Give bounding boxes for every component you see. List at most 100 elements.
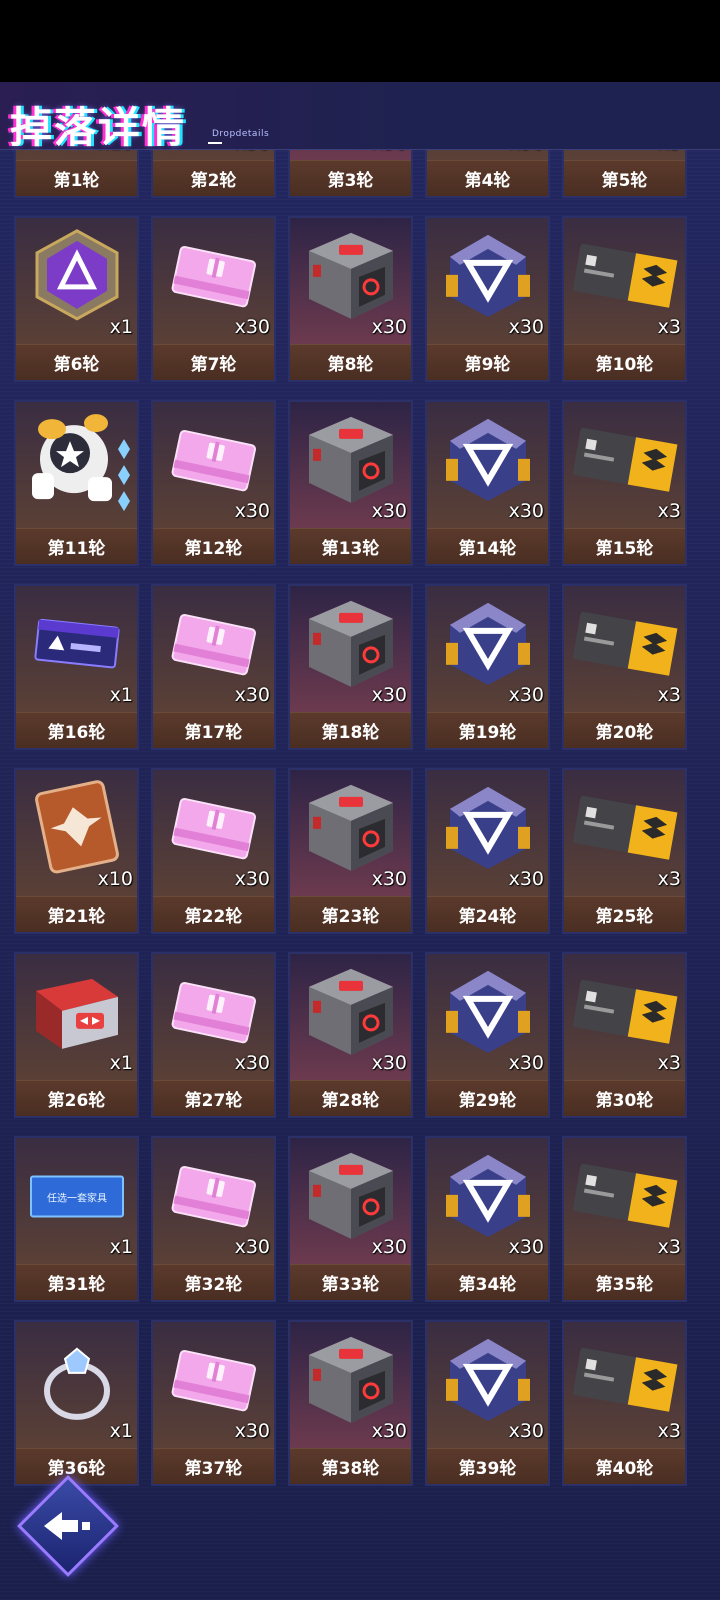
reward-quantity: x30 xyxy=(371,1420,407,1442)
reward-art: x30 xyxy=(290,586,411,712)
round-reward-cell[interactable]: x1 第6轮 xyxy=(14,216,139,382)
reward-art: x30 xyxy=(290,954,411,1080)
round-reward-cell[interactable]: x1 第36轮 xyxy=(14,1320,139,1486)
title-underline xyxy=(208,142,222,144)
round-reward-cell[interactable]: x30 第17轮 xyxy=(151,584,276,750)
cargo-ticket-icon: »» xyxy=(570,1340,680,1424)
round-label: 第39轮 xyxy=(427,1448,548,1484)
reward-art: x10 xyxy=(16,770,137,896)
page-subtitle: Dropdetails xyxy=(212,129,270,139)
round-reward-cell[interactable]: x30 第38轮 xyxy=(288,1320,413,1486)
round-reward-cell[interactable]: x30 第2轮 xyxy=(151,150,276,198)
round-label: 第33轮 xyxy=(290,1264,411,1300)
reward-quantity: x30 xyxy=(234,500,270,522)
round-reward-cell[interactable]: x10第1轮 xyxy=(14,150,139,198)
reward-quantity: x1 xyxy=(109,684,133,706)
reward-art: »»x3 xyxy=(564,218,685,344)
round-reward-cell[interactable]: »» x3 第10轮 xyxy=(562,216,687,382)
reward-art: x1 xyxy=(16,954,137,1080)
reward-art: x30 xyxy=(290,218,411,344)
rewards-scroll-area[interactable]: x10第1轮x30第2轮x30第3轮x30第4轮»»x3第5轮x1第6轮x30第… xyxy=(14,150,692,1590)
reward-art: x1 xyxy=(16,218,137,344)
triangle-core-icon xyxy=(438,777,538,881)
round-reward-cell[interactable]: x30 第39轮 xyxy=(425,1320,550,1486)
reward-art: x30 xyxy=(153,770,274,896)
reward-quantity: x30 xyxy=(234,1052,270,1074)
reward-art: »»x3 xyxy=(564,954,685,1080)
round-reward-cell[interactable]: x30 第33轮 xyxy=(288,1136,413,1302)
triangle-core-icon xyxy=(438,409,538,513)
round-reward-cell[interactable]: x30 第8轮 xyxy=(288,216,413,382)
round-label: 第19轮 xyxy=(427,712,548,748)
reward-art: x30 xyxy=(153,586,274,712)
reward-art: x30 xyxy=(427,150,548,160)
back-button[interactable] xyxy=(17,1475,119,1577)
round-reward-cell[interactable]: x30 第9轮 xyxy=(425,216,550,382)
reward-quantity: x30 xyxy=(508,316,544,338)
reward-art: »»x3 xyxy=(564,1138,685,1264)
reward-art: »»x3 xyxy=(564,150,685,160)
round-label: 第3轮 xyxy=(290,160,411,196)
round-reward-cell[interactable]: x30 第24轮 xyxy=(425,768,550,934)
round-reward-cell[interactable]: x30 第7轮 xyxy=(151,216,276,382)
round-reward-cell[interactable]: x30 第13轮 xyxy=(288,400,413,566)
reward-art: x30 xyxy=(427,1322,548,1448)
reward-quantity: x3 xyxy=(657,868,681,890)
round-reward-cell[interactable]: x30 第14轮 xyxy=(425,400,550,566)
round-reward-cell[interactable]: x30 第19轮 xyxy=(425,584,550,750)
svg-text:任选一套家具: 任选一套家具 xyxy=(47,1191,107,1204)
round-reward-cell[interactable]: »» x3 第40轮 xyxy=(562,1320,687,1486)
round-reward-cell[interactable]: x30 第3轮 xyxy=(288,150,413,198)
cargo-ticket-icon: »» xyxy=(570,788,680,872)
reward-quantity: x30 xyxy=(508,1420,544,1442)
reward-quantity: x30 xyxy=(235,150,270,154)
round-reward-cell[interactable]: »»x3第5轮 xyxy=(562,150,687,198)
gift-ticket-icon xyxy=(164,236,264,320)
round-label: 第5轮 xyxy=(564,160,685,196)
round-label: 第35轮 xyxy=(564,1264,685,1300)
reward-quantity: x1 xyxy=(109,1236,133,1258)
triangle-core-icon xyxy=(438,1145,538,1249)
round-reward-cell[interactable]: x30 第29轮 xyxy=(425,952,550,1118)
round-reward-cell[interactable]: »» x3 第25轮 xyxy=(562,768,687,934)
reward-quantity: x3 xyxy=(657,1052,681,1074)
round-label: 第7轮 xyxy=(153,344,274,380)
round-reward-cell[interactable]: x10 第21轮 xyxy=(14,768,139,934)
hexagon-badge-icon xyxy=(27,225,127,329)
reward-quantity: x3 xyxy=(657,500,681,522)
reward-art: x30 xyxy=(153,218,274,344)
round-label: 第21轮 xyxy=(16,896,137,932)
reward-quantity: x30 xyxy=(234,316,270,338)
svg-text:»»: »» xyxy=(652,439,663,450)
reward-quantity: x30 xyxy=(371,868,407,890)
round-reward-cell[interactable]: »» x3 第15轮 xyxy=(562,400,687,566)
round-reward-cell[interactable]: 任选一套家具 x1 第31轮 xyxy=(14,1136,139,1302)
round-reward-cell[interactable]: x30 第27轮 xyxy=(151,952,276,1118)
reward-art: x30 xyxy=(153,1138,274,1264)
round-reward-cell[interactable]: x30 第12轮 xyxy=(151,400,276,566)
round-reward-cell[interactable]: 第11轮 xyxy=(14,400,139,566)
round-reward-cell[interactable]: x1 第16轮 xyxy=(14,584,139,750)
round-reward-cell[interactable]: x1 第26轮 xyxy=(14,952,139,1118)
round-reward-cell[interactable]: x30 第23轮 xyxy=(288,768,413,934)
round-label: 第4轮 xyxy=(427,160,548,196)
cargo-ticket-icon: »» xyxy=(570,972,680,1056)
round-reward-cell[interactable]: x30 第32轮 xyxy=(151,1136,276,1302)
round-reward-cell[interactable]: x30 第34轮 xyxy=(425,1136,550,1302)
round-reward-cell[interactable]: x30 第37轮 xyxy=(151,1320,276,1486)
round-reward-cell[interactable]: x30 第22轮 xyxy=(151,768,276,934)
round-reward-cell[interactable]: x30 第28轮 xyxy=(288,952,413,1118)
reward-art: x30 xyxy=(427,586,548,712)
reward-quantity: x30 xyxy=(234,1420,270,1442)
round-reward-cell[interactable]: »» x3 第35轮 xyxy=(562,1136,687,1302)
round-reward-cell[interactable]: »» x3 第20轮 xyxy=(562,584,687,750)
round-reward-cell[interactable]: »» x3 第30轮 xyxy=(562,952,687,1118)
rewards-grid: x10第1轮x30第2轮x30第3轮x30第4轮»»x3第5轮x1第6轮x30第… xyxy=(14,150,692,1486)
svg-text:»»: »» xyxy=(652,807,663,818)
round-reward-cell[interactable]: x30 第18轮 xyxy=(288,584,413,750)
round-reward-cell[interactable]: x30 第4轮 xyxy=(425,150,550,198)
blue-card-icon xyxy=(27,604,127,688)
reward-art: »»x3 xyxy=(564,586,685,712)
round-label: 第29轮 xyxy=(427,1080,548,1116)
circuit-card-icon xyxy=(27,777,127,881)
